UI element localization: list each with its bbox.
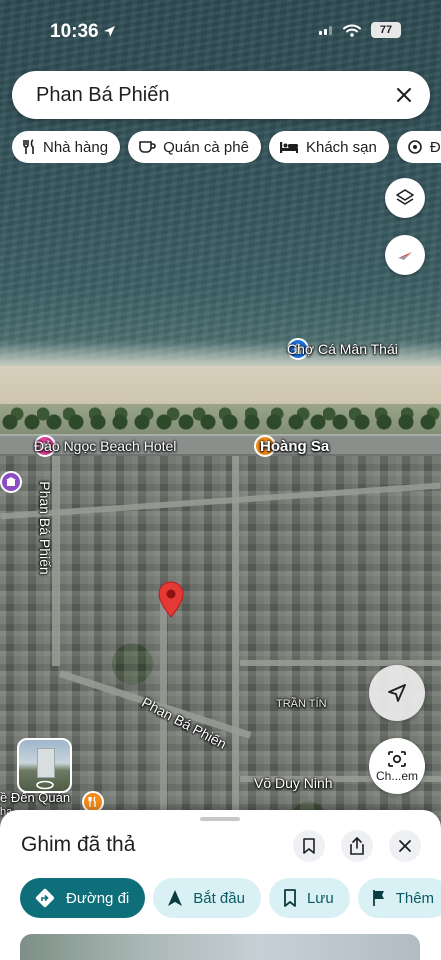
chip-label: Quán cà phê [163,138,249,156]
search-box[interactable]: Phan Bá Phiến [12,71,430,119]
coffee-icon [139,141,156,153]
flag-icon [372,890,384,906]
action-label: Bắt đầu [193,889,245,907]
bottom-sheet[interactable]: Ghim đã thả Đường đi Bắt đầu Lưu Thêm [0,810,441,960]
clear-search-button[interactable] [382,73,426,117]
camera-lens-icon [388,750,406,767]
action-label: Đường đi [66,889,130,907]
action-buttons: Đường đi Bắt đầu Lưu Thêm [20,878,441,918]
building-image [37,748,55,778]
layers-button[interactable] [385,178,425,218]
poi-market-label: Chợ Cá Mân Thái [287,341,398,357]
poi-hotel-label: Đảo Ngọc Beach Hotel [34,438,177,454]
add-label-button[interactable]: Thêm [357,878,441,918]
bookmark-icon [303,838,315,854]
rotate-360-icon [36,780,54,790]
navigation-arrow-icon [168,890,183,906]
sheet-title: Ghim đã thả [21,833,136,856]
attraction-icon [408,140,422,154]
battery-indicator: 77 [371,22,401,38]
search-query[interactable]: Phan Bá Phiến [36,84,382,107]
chip-coffee[interactable]: Quán cà phê [128,131,261,163]
directions-icon [35,888,55,908]
close-icon [397,88,411,102]
dropped-pin[interactable] [157,581,185,619]
bookmark-icon [284,889,296,907]
sheet-drag-handle[interactable] [200,817,240,821]
chip-hotels[interactable]: Khách sạn [268,131,389,163]
category-chips: Nhà hàng Quán cà phê Khách sạn Địa đ [12,131,441,163]
status-bar: 10:36 77 [0,0,441,62]
save-button[interactable]: Lưu [268,878,350,918]
chip-label: Nhà hàng [43,138,109,156]
poi-purple[interactable] [0,471,22,493]
hotel-icon [279,142,298,153]
street-vertical [52,456,60,666]
compass-icon [398,252,412,260]
signal-icon [319,26,332,35]
street-vertical [232,456,239,810]
navigation-arrow-icon [388,684,406,702]
directions-button[interactable]: Đường đi [20,878,146,918]
street-horizontal [240,660,441,666]
poi-hotel[interactable]: Đảo Ngọc Beach Hotel [34,435,176,457]
poi-market[interactable]: Chợ Cá Mân Thái [287,338,398,360]
close-icon [399,840,411,852]
chip-label: Khách sạn [305,138,377,156]
poi-tran-tin-label: TRẦN TÍN [276,698,327,710]
road-phan-ba-phien-vertical-label: Phan Bá Phiến [37,481,53,575]
chip-restaurants[interactable]: Nhà hàng [12,131,121,163]
chip-label: Địa đ [429,138,441,156]
road-vo-duy-ninh-label: Võ Duy Ninh [254,775,333,791]
wifi-icon [343,24,361,37]
status-icons: 77 [319,22,401,38]
layers-icon [396,189,414,205]
save-bookmark-button[interactable] [293,830,325,862]
place-photo[interactable] [20,934,420,960]
action-label: Lưu [306,889,334,907]
status-time: 10:36 [50,21,99,42]
poi-restaurant[interactable]: Hoàng Sa [254,435,329,457]
lens-button[interactable]: Ch...em [369,738,425,794]
chip-attractions[interactable]: Địa đ [396,131,441,163]
close-sheet-button[interactable] [389,830,421,862]
start-button[interactable]: Bắt đầu [153,878,261,918]
lens-label: Ch...em [375,768,418,783]
share-button[interactable] [341,830,373,862]
share-icon [350,837,364,855]
building-icon [0,471,22,493]
road-hoang-sa-label: Hoàng Sa [260,437,330,455]
compass-button[interactable] [385,235,425,275]
street-view-thumbnail[interactable] [17,738,72,793]
my-location-button[interactable] [369,665,425,721]
action-label: Thêm [395,889,435,907]
location-arrow-icon [104,26,115,37]
pin-icon [158,581,184,618]
restaurant-icon [23,139,34,154]
